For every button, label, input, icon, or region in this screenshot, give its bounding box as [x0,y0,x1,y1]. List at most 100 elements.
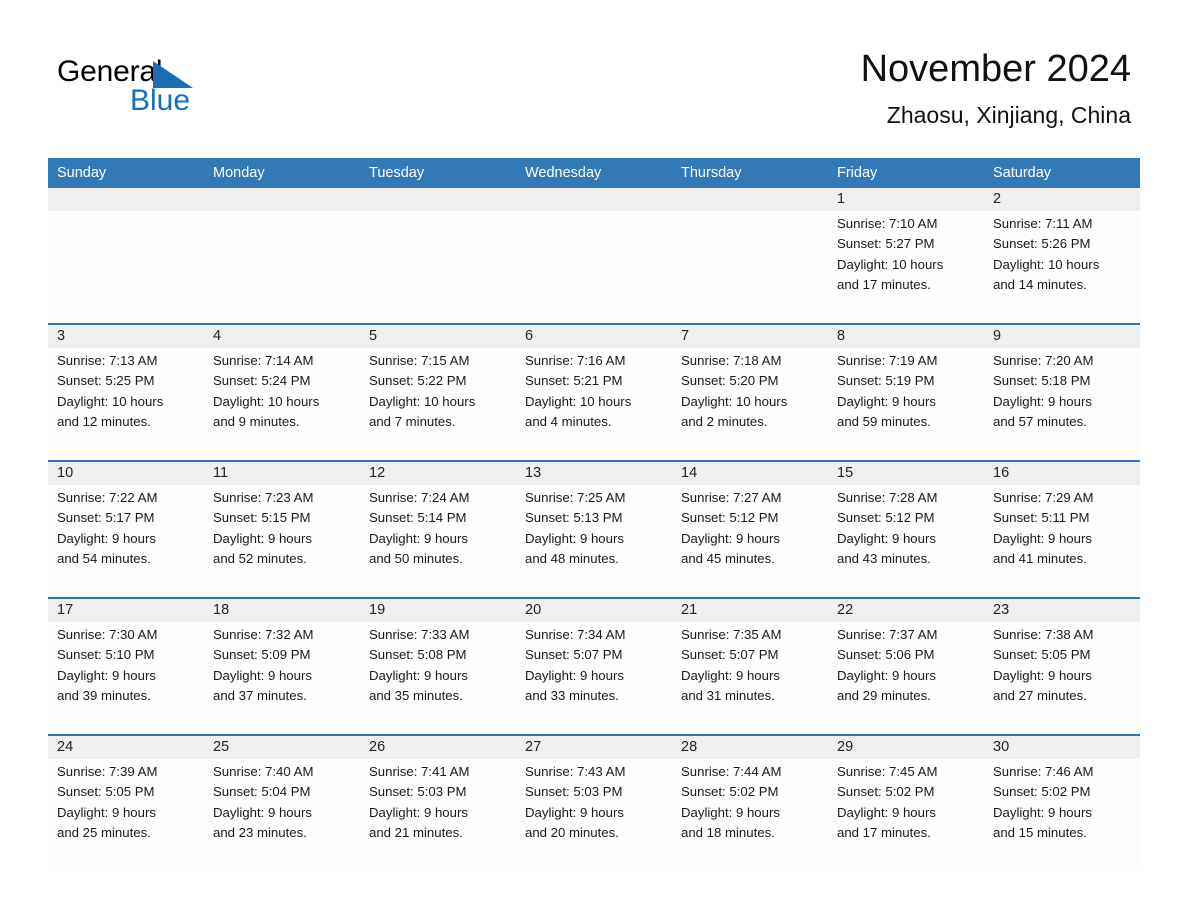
sunset-text: Sunset: 5:15 PM [213,510,311,526]
daylight-text-line1: Daylight: 9 hours [213,530,312,546]
day-cell[interactable]: 28 Sunrise: 7:44 AM Sunset: 5:02 PM Dayligh… [672,736,828,871]
day-info: Sunrise: 7:34 AM Sunset: 5:07 PM Daylight:… [525,625,663,706]
day-cell[interactable]: 11 Sunrise: 7:23 AM Sunset: 5:15 PM Dayligh… [204,462,360,597]
day-info: Sunrise: 7:20 AM Sunset: 5:18 PM Daylight:… [993,351,1131,432]
sunrise-text: Sunrise: 7:24 AM [369,490,470,505]
weekday-header-monday: Monday [213,165,265,181]
day-cell[interactable]: 24 Sunrise: 7:39 AM Sunset: 5:05 PM Dayligh… [48,736,204,871]
logo-text-blue: Blue [130,84,191,117]
daylight-text-line2: and 50 minutes. [369,550,463,566]
day-number: 1 [837,191,846,207]
daylight-text-line1: Daylight: 9 hours [57,667,156,683]
daylight-text-line2: and 59 minutes. [837,413,931,429]
day-cell[interactable]: 21 Sunrise: 7:35 AM Sunset: 5:07 PM Dayligh… [672,599,828,734]
daylight-text-line2: and 12 minutes. [57,413,151,429]
daylight-text-line2: and 41 minutes. [993,550,1087,566]
day-cell[interactable]: 14 Sunrise: 7:27 AM Sunset: 5:12 PM Dayligh… [672,462,828,597]
day-info: Sunrise: 7:45 AM Sunset: 5:02 PM Daylight:… [837,762,975,843]
day-cell[interactable]: 12 Sunrise: 7:24 AM Sunset: 5:14 PM Dayligh… [360,462,516,597]
day-number: 18 [213,602,230,618]
day-number [57,188,195,211]
day-cell[interactable]: 29 Sunrise: 7:45 AM Sunset: 5:02 PM Dayligh… [828,736,984,871]
day-cell[interactable]: 17 Sunrise: 7:30 AM Sunset: 5:10 PM Dayligh… [48,599,204,734]
day-cell-empty [360,188,516,323]
sunrise-text: Sunrise: 7:33 AM [369,627,470,642]
day-cell[interactable]: 10 Sunrise: 7:22 AM Sunset: 5:17 PM Dayligh… [48,462,204,597]
day-cell[interactable]: 9 Sunrise: 7:20 AM Sunset: 5:18 PM Daylight… [984,325,1140,460]
day-cell[interactable]: 1 Sunrise: 7:10 AM Sunset: 5:27 PM Daylight… [828,188,984,323]
daylight-text-line2: and 15 minutes. [993,824,1087,840]
day-cell[interactable]: 8 Sunrise: 7:19 AM Sunset: 5:19 PM Daylight… [828,325,984,460]
day-cell[interactable]: 16 Sunrise: 7:29 AM Sunset: 5:11 PM Dayligh… [984,462,1140,597]
daylight-text-line2: and 21 minutes. [369,824,463,840]
day-number: 12 [369,465,386,481]
sunrise-text: Sunrise: 7:25 AM [525,490,626,505]
day-cell[interactable]: 13 Sunrise: 7:25 AM Sunset: 5:13 PM Dayligh… [516,462,672,597]
sunrise-text: Sunrise: 7:46 AM [993,764,1094,779]
day-cell[interactable]: 30 Sunrise: 7:46 AM Sunset: 5:02 PM Dayligh… [984,736,1140,871]
day-cell[interactable]: 3 Sunrise: 7:13 AM Sunset: 5:25 PM Daylight… [48,325,204,460]
sunrise-text: Sunrise: 7:38 AM [993,627,1094,642]
daylight-text-line1: Daylight: 9 hours [993,530,1092,546]
day-cell[interactable]: 22 Sunrise: 7:37 AM Sunset: 5:06 PM Dayligh… [828,599,984,734]
day-number [681,188,819,211]
daylight-text-line1: Daylight: 10 hours [837,256,944,272]
sunrise-text: Sunrise: 7:15 AM [369,353,470,368]
sunset-text: Sunset: 5:07 PM [681,647,779,663]
day-cell[interactable]: 15 Sunrise: 7:28 AM Sunset: 5:12 PM Dayligh… [828,462,984,597]
day-cells: 24 Sunrise: 7:39 AM Sunset: 5:05 PM Dayligh… [48,736,1140,871]
sunrise-text: Sunrise: 7:29 AM [993,490,1094,505]
day-number: 6 [525,328,534,344]
day-cell[interactable]: 23 Sunrise: 7:38 AM Sunset: 5:05 PM Dayligh… [984,599,1140,734]
daylight-text-line2: and 23 minutes. [213,824,307,840]
day-cell-empty [672,188,828,323]
day-cell[interactable]: 25 Sunrise: 7:40 AM Sunset: 5:04 PM Dayligh… [204,736,360,871]
day-cell[interactable]: 7 Sunrise: 7:18 AM Sunset: 5:20 PM Daylight… [672,325,828,460]
day-info: Sunrise: 7:39 AM Sunset: 5:05 PM Daylight:… [57,762,195,843]
sunrise-text: Sunrise: 7:11 AM [993,216,1093,231]
daylight-text-line2: and 35 minutes. [369,687,463,703]
daylight-text-line1: Daylight: 9 hours [213,667,312,683]
sunset-text: Sunset: 5:05 PM [993,647,1091,663]
daylight-text-line2: and 43 minutes. [837,550,931,566]
day-info: Sunrise: 7:35 AM Sunset: 5:07 PM Daylight:… [681,625,819,706]
sunrise-text: Sunrise: 7:35 AM [681,627,782,642]
day-cell[interactable]: 4 Sunrise: 7:14 AM Sunset: 5:24 PM Daylight… [204,325,360,460]
day-info: Sunrise: 7:29 AM Sunset: 5:11 PM Daylight:… [993,488,1131,569]
day-cell[interactable]: 19 Sunrise: 7:33 AM Sunset: 5:08 PM Dayligh… [360,599,516,734]
daylight-text-line1: Daylight: 9 hours [57,804,156,820]
sunset-text: Sunset: 5:02 PM [681,784,779,800]
calendar-week-row: 10 Sunrise: 7:22 AM Sunset: 5:17 PM Dayligh… [48,460,1140,597]
calendar-weeks: 1 Sunrise: 7:10 AM Sunset: 5:27 PM Daylight… [48,188,1140,871]
day-number: 11 [213,465,229,481]
daylight-text-line2: and 29 minutes. [837,687,931,703]
day-info: Sunrise: 7:23 AM Sunset: 5:15 PM Daylight:… [213,488,351,569]
sunrise-text: Sunrise: 7:37 AM [837,627,938,642]
day-cell[interactable]: 20 Sunrise: 7:34 AM Sunset: 5:07 PM Dayligh… [516,599,672,734]
daylight-text-line1: Daylight: 9 hours [369,530,468,546]
day-cell[interactable]: 2 Sunrise: 7:11 AM Sunset: 5:26 PM Daylight… [984,188,1140,323]
daylight-text-line1: Daylight: 9 hours [525,667,624,683]
day-number: 22 [837,602,854,618]
day-cells: 3 Sunrise: 7:13 AM Sunset: 5:25 PM Daylight… [48,325,1140,460]
day-cell-empty [204,188,360,323]
day-number: 16 [993,465,1010,481]
daylight-text-line2: and 17 minutes. [837,824,931,840]
day-cell[interactable]: 6 Sunrise: 7:16 AM Sunset: 5:21 PM Daylight… [516,325,672,460]
weekday-header-row: Sunday Monday Tuesday Wednesday Thursday… [48,158,1140,188]
location-subtitle: Zhaosu, Xinjiang, China [886,102,1131,128]
calendar-week-row: 1 Sunrise: 7:10 AM Sunset: 5:27 PM Daylight… [48,188,1140,323]
day-number: 13 [525,465,542,481]
day-cell[interactable]: 26 Sunrise: 7:41 AM Sunset: 5:03 PM Dayligh… [360,736,516,871]
calendar-week-row: 24 Sunrise: 7:39 AM Sunset: 5:05 PM Dayligh… [48,734,1140,871]
daylight-text-line2: and 4 minutes. [525,413,612,429]
general-blue-logo[interactable]: General Blue [57,55,277,125]
day-number: 14 [681,465,698,481]
calendar-week-row: 17 Sunrise: 7:30 AM Sunset: 5:10 PM Dayligh… [48,597,1140,734]
sunrise-text: Sunrise: 7:16 AM [525,353,626,368]
day-info: Sunrise: 7:14 AM Sunset: 5:24 PM Daylight:… [213,351,351,432]
daylight-text-line1: Daylight: 10 hours [525,393,632,409]
day-cell[interactable]: 27 Sunrise: 7:43 AM Sunset: 5:03 PM Dayligh… [516,736,672,871]
day-cell[interactable]: 18 Sunrise: 7:32 AM Sunset: 5:09 PM Dayligh… [204,599,360,734]
day-cell[interactable]: 5 Sunrise: 7:15 AM Sunset: 5:22 PM Daylight… [360,325,516,460]
